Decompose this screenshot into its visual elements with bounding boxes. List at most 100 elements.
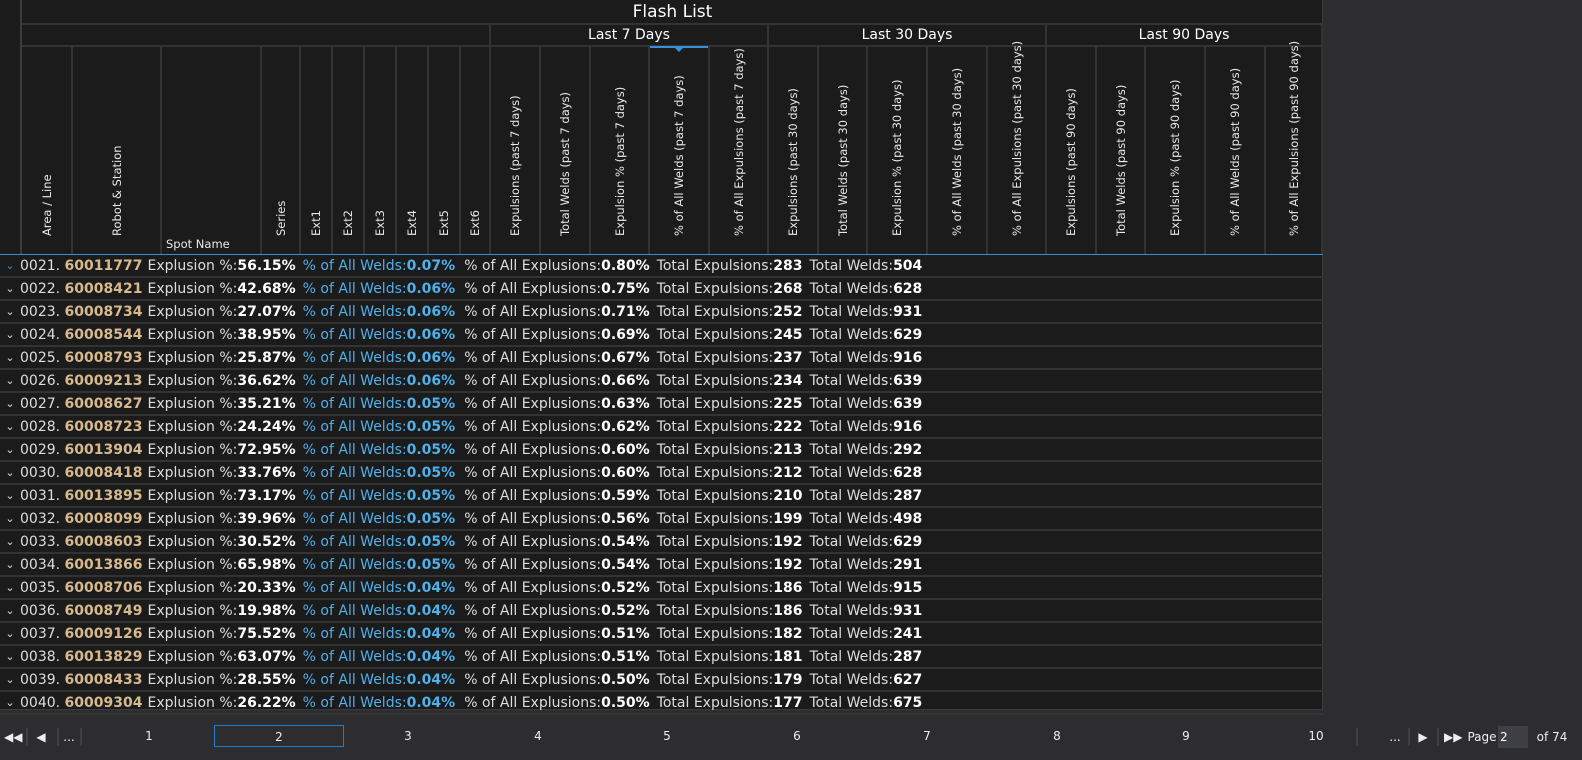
column-header[interactable]: Ext6: [461, 47, 491, 254]
column-header[interactable]: Ext3: [365, 47, 397, 254]
prev-pages-ellipsis[interactable]: ...: [62, 724, 76, 750]
group-row[interactable]: ⌄ 0028. 60008723 Explusion %: 24.24% % o…: [0, 416, 1323, 439]
total-welds-value: 287: [893, 487, 923, 504]
column-header[interactable]: Spot Name: [162, 47, 262, 254]
column-header[interactable]: % of All Welds (past 90 days): [1206, 47, 1266, 254]
last-page-button[interactable]: ▶▶: [1444, 724, 1462, 750]
column-header[interactable]: Total Welds (past 7 days): [541, 47, 591, 254]
group-row[interactable]: ⌄ 0040. 60009304 Explusion %: 26.22% % o…: [0, 692, 1323, 715]
group-row[interactable]: ⌄ 0032. 60008099 Explusion %: 39.96% % o…: [0, 508, 1323, 531]
pct-all-expulsions-label: % of All Explusions:: [464, 579, 602, 596]
expand-chevron-icon[interactable]: ⌄: [0, 535, 20, 548]
expand-chevron-icon[interactable]: ⌄: [0, 696, 20, 709]
expand-chevron-icon[interactable]: ⌄: [0, 627, 20, 640]
group-row[interactable]: ⌄ 0027. 60008627 Explusion %: 35.21% % o…: [0, 393, 1323, 416]
column-header[interactable]: % of All Welds (past 7 days): [650, 46, 710, 254]
page-6-button[interactable]: 6: [732, 725, 862, 747]
group-row[interactable]: ⌄ 0034. 60013866 Explusion %: 65.98% % o…: [0, 554, 1323, 577]
expand-chevron-icon[interactable]: ⌄: [0, 282, 20, 295]
column-header[interactable]: Expulsions (past 30 days): [769, 47, 819, 254]
group-row[interactable]: ⌄ 0029. 60013904 Explusion %: 72.95% % o…: [0, 439, 1323, 462]
expulsion-pct-label: Explusion %:: [147, 648, 238, 665]
page-10-button[interactable]: 10: [1251, 725, 1381, 747]
pct-all-expulsions-value: 0.51%: [601, 625, 650, 642]
expand-chevron-icon[interactable]: ⌄: [0, 489, 20, 502]
page-2-button[interactable]: 2: [214, 725, 344, 747]
group-row[interactable]: ⌄ 0026. 60009213 Explusion %: 36.62% % o…: [0, 370, 1323, 393]
total-expulsions-label: Total Expulsions:: [656, 303, 774, 320]
row-number: 0033.: [20, 533, 61, 550]
page-5-button[interactable]: 5: [602, 725, 732, 747]
expand-chevron-icon[interactable]: ⌄: [0, 397, 20, 410]
column-header[interactable]: Area / Line: [22, 47, 73, 254]
robot-id: 60008433: [64, 671, 143, 688]
column-header[interactable]: % of All Expulsions (past 90 days): [1266, 41, 1323, 254]
column-header[interactable]: Expulsion % (past 30 days): [868, 47, 928, 254]
page-9-button[interactable]: 9: [1121, 725, 1251, 747]
page-number-input[interactable]: 2: [1498, 726, 1528, 748]
page-3-button[interactable]: 3: [343, 725, 473, 747]
expand-chevron-icon[interactable]: ⌄: [0, 650, 20, 663]
group-row[interactable]: ⌄ 0025. 60008793 Explusion %: 25.87% % o…: [0, 347, 1323, 370]
column-header-label: % of All Expulsions (past 7 days): [731, 48, 746, 236]
expand-chevron-icon[interactable]: ⌄: [0, 512, 20, 525]
expand-chevron-icon[interactable]: ⌄: [0, 351, 20, 364]
expand-chevron-icon[interactable]: ⌄: [0, 259, 20, 272]
expand-chevron-icon[interactable]: ⌄: [0, 466, 20, 479]
column-header[interactable]: Total Welds (past 30 days): [819, 47, 868, 254]
group-row[interactable]: ⌄ 0022. 60008421 Explusion %: 42.68% % o…: [0, 278, 1323, 301]
total-welds-label: Total Welds:: [809, 487, 894, 504]
pct-all-expulsions-label: % of All Explusions:: [464, 487, 602, 504]
expand-chevron-icon[interactable]: ⌄: [0, 443, 20, 456]
group-row[interactable]: ⌄ 0033. 60008603 Explusion %: 30.52% % o…: [0, 531, 1323, 554]
group-row[interactable]: ⌄ 0039. 60008433 Explusion %: 28.55% % o…: [0, 669, 1323, 692]
column-header[interactable]: Expulsion % (past 7 days): [591, 47, 650, 254]
expand-chevron-icon[interactable]: ⌄: [0, 604, 20, 617]
page-1-button[interactable]: 1: [84, 725, 214, 747]
group-row[interactable]: ⌄ 0037. 60009126 Explusion %: 75.52% % o…: [0, 623, 1323, 646]
column-header[interactable]: Ext4: [397, 47, 429, 254]
row-number: 0037.: [20, 625, 61, 642]
total-expulsions-label: Total Expulsions:: [656, 556, 774, 573]
page-7-button[interactable]: 7: [862, 725, 992, 747]
column-header[interactable]: Expulsion % (past 90 days): [1146, 47, 1206, 254]
group-row[interactable]: ⌄ 0036. 60008749 Explusion %: 19.98% % o…: [0, 600, 1323, 623]
pct-all-welds-label: % of All Welds:: [302, 441, 407, 458]
column-header[interactable]: Series: [262, 47, 301, 254]
column-header[interactable]: Ext1: [301, 47, 333, 254]
column-header[interactable]: Robot & Station: [73, 47, 162, 254]
column-header[interactable]: % of All Expulsions (past 30 days): [988, 41, 1047, 254]
page-4-button[interactable]: 4: [473, 725, 603, 747]
pct-all-expulsions-label: % of All Explusions:: [464, 326, 602, 343]
first-page-button[interactable]: ◀◀: [4, 724, 22, 750]
column-header[interactable]: % of All Expulsions (past 7 days): [710, 47, 769, 254]
expand-chevron-icon[interactable]: ⌄: [0, 305, 20, 318]
column-header[interactable]: Ext2: [333, 47, 365, 254]
column-header[interactable]: Ext5: [429, 47, 461, 254]
group-row[interactable]: ⌄ 0023. 60008734 Explusion %: 27.07% % o…: [0, 301, 1323, 324]
expand-chevron-icon[interactable]: ⌄: [0, 374, 20, 387]
pct-all-welds-value: 0.05%: [406, 510, 456, 527]
prev-page-button[interactable]: ◀: [34, 724, 48, 750]
column-header[interactable]: Expulsions (past 7 days): [491, 47, 541, 254]
column-header[interactable]: Total Welds (past 90 days): [1097, 47, 1146, 254]
column-header[interactable]: % of All Welds (past 30 days): [928, 47, 988, 254]
group-row[interactable]: ⌄ 0021. 60011777 Explusion %: 56.15% % o…: [0, 255, 1323, 278]
group-row[interactable]: ⌄ 0031. 60013895 Explusion %: 73.17% % o…: [0, 485, 1323, 508]
next-page-button[interactable]: ▶: [1416, 724, 1430, 750]
group-row[interactable]: ⌄ 0024. 60008544 Explusion %: 38.95% % o…: [0, 324, 1323, 347]
total-welds-label: Total Welds:: [809, 648, 894, 665]
next-pages-ellipsis[interactable]: ...: [1388, 724, 1402, 750]
expand-chevron-icon[interactable]: ⌄: [0, 328, 20, 341]
expand-chevron-icon[interactable]: ⌄: [0, 673, 20, 686]
robot-id: 60009304: [64, 694, 143, 711]
group-row[interactable]: ⌄ 0035. 60008706 Explusion %: 20.33% % o…: [0, 577, 1323, 600]
total-expulsions-label: Total Expulsions:: [656, 694, 774, 711]
expand-chevron-icon[interactable]: ⌄: [0, 420, 20, 433]
expand-chevron-icon[interactable]: ⌄: [0, 581, 20, 594]
page-8-button[interactable]: 8: [992, 725, 1122, 747]
group-row[interactable]: ⌄ 0030. 60008418 Explusion %: 33.76% % o…: [0, 462, 1323, 485]
group-row[interactable]: ⌄ 0038. 60013829 Explusion %: 63.07% % o…: [0, 646, 1323, 669]
column-header[interactable]: Expulsions (past 90 days): [1047, 47, 1097, 254]
expand-chevron-icon[interactable]: ⌄: [0, 558, 20, 571]
